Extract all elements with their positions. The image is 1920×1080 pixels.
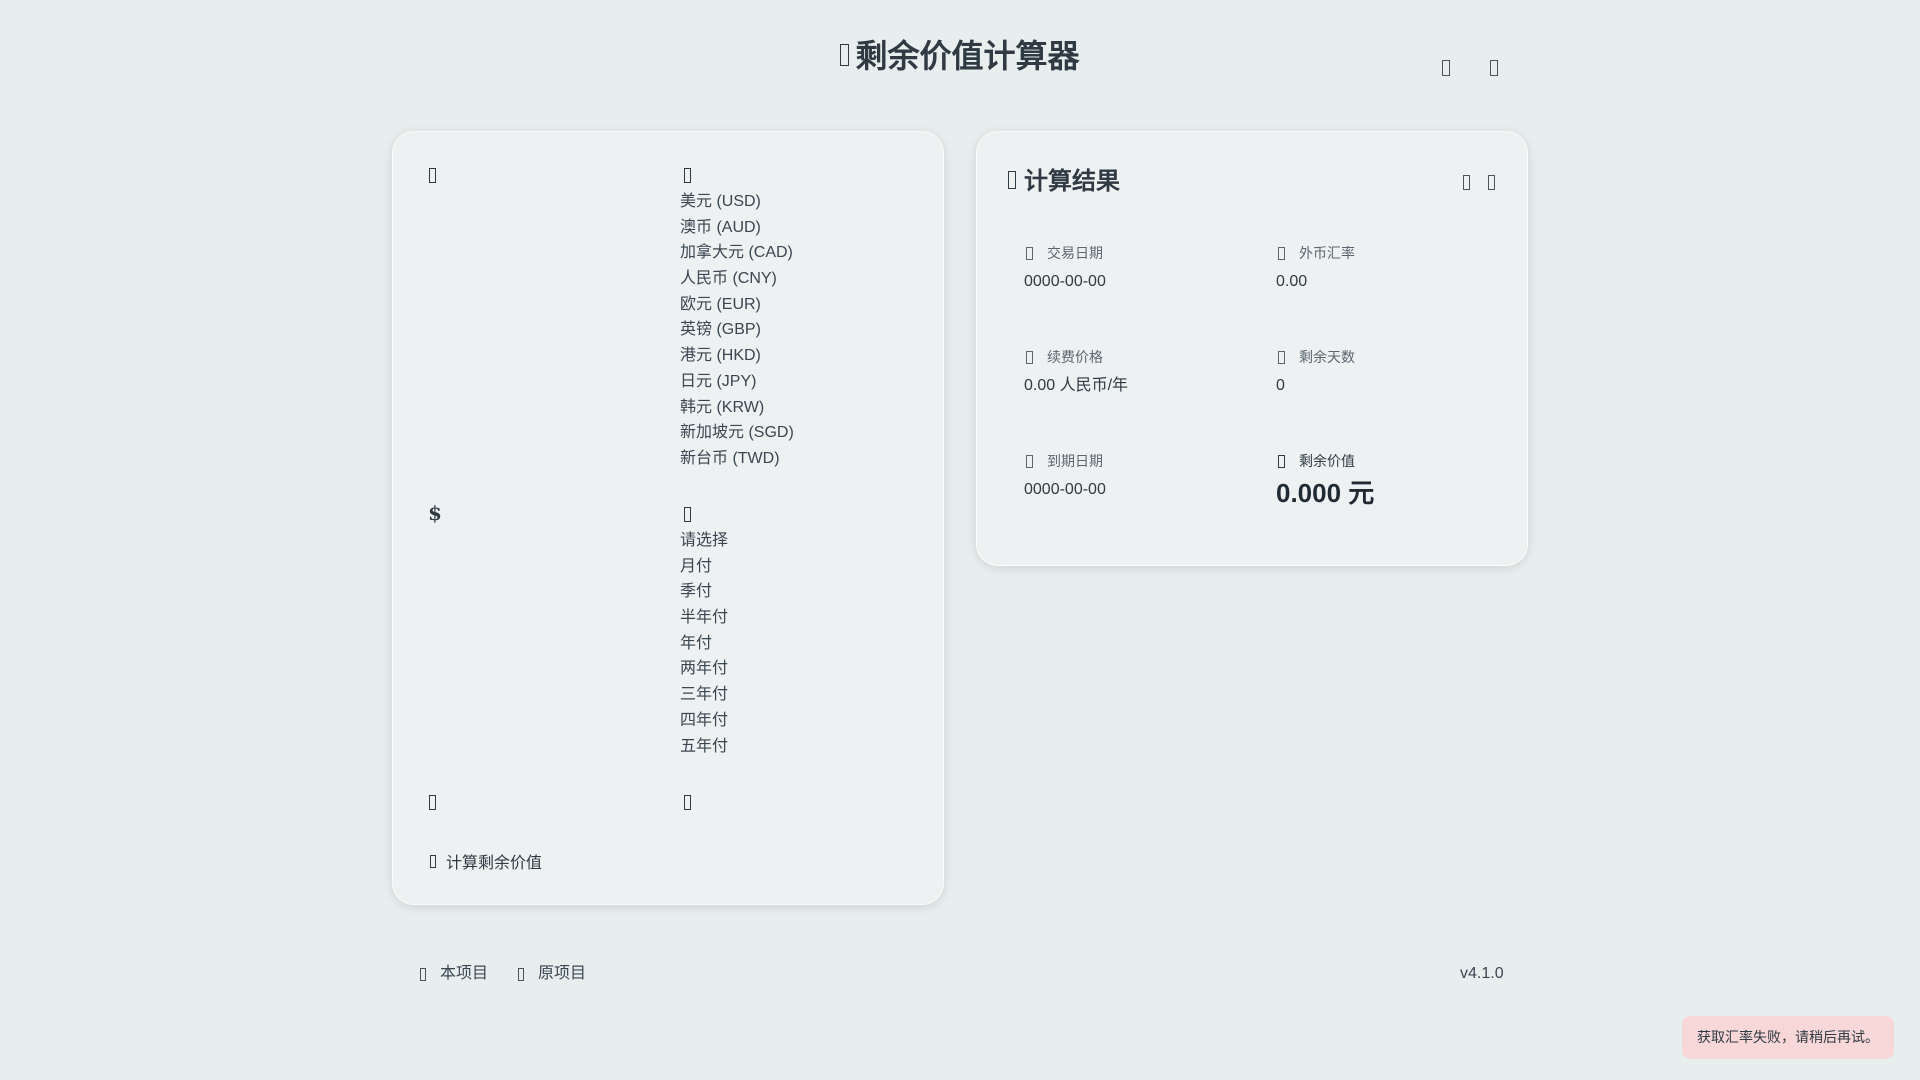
calendar-check-icon	[684, 795, 691, 810]
billing-cycle-option[interactable]: 三年付	[680, 682, 728, 708]
billing-cycle-option[interactable]: 四年付	[680, 708, 728, 734]
calculate-button[interactable]: 计算剩余价值	[430, 848, 542, 874]
stat-value: 0.00	[1276, 273, 1308, 290]
exchange-icon	[1278, 246, 1285, 260]
transaction-date-field-icon[interactable]	[684, 792, 700, 814]
github-button[interactable]	[1486, 56, 1502, 80]
hourglass-icon	[1278, 350, 1285, 364]
result-title: 计算结果	[1008, 165, 1120, 197]
chevron-icon	[684, 168, 691, 183]
billing-cycle-option[interactable]: 两年付	[680, 656, 728, 682]
copy-icon	[1462, 174, 1470, 190]
currency-option[interactable]: 欧元 (EUR)	[680, 292, 794, 318]
tag-icon	[1026, 350, 1033, 364]
stat-label: 外币汇率	[1299, 245, 1355, 261]
footer-link-this-project[interactable]: 本项目	[420, 962, 488, 986]
stat-value: 0	[1276, 377, 1285, 394]
billing-cycle-option[interactable]: 五年付	[680, 734, 728, 760]
currency-options[interactable]: 美元 (USD) 澳币 (AUD) 加拿大元 (CAD) 人民币 (CNY) 欧…	[680, 189, 794, 472]
code-icon	[518, 967, 524, 981]
stat-label: 交易日期	[1047, 245, 1103, 261]
version-label: v4.1.0	[1460, 965, 1504, 982]
billing-cycle-options[interactable]: 请选择 月付 季付 半年付 年付 两年付 三年付 四年付 五年付	[680, 528, 728, 759]
stat-value: 0000-00-00	[1024, 481, 1106, 498]
copy-button[interactable]	[1459, 171, 1473, 193]
input-card: 美元 (USD) 澳币 (AUD) 加拿大元 (CAD) 人民币 (CNY) 欧…	[392, 131, 944, 905]
billing-cycle-option[interactable]: 年付	[680, 631, 728, 657]
stat-value: 0.00 人民币/年	[1024, 377, 1129, 394]
page-title: 剩余价值计算器	[0, 36, 1920, 76]
stat-remaining-days: 剩余天数 0	[1276, 347, 1506, 396]
github-icon	[1490, 60, 1498, 77]
theme-toggle-icon	[1442, 60, 1450, 77]
result-title-text: 计算结果	[1024, 167, 1120, 195]
wallet-icon	[1278, 454, 1285, 468]
billing-cycle-option[interactable]: 季付	[680, 579, 728, 605]
stat-remaining-value: 剩余价值 0.000 元	[1276, 451, 1506, 508]
stat-expiry-date: 到期日期 0000-00-00	[1024, 451, 1254, 500]
calculator-icon	[430, 854, 436, 868]
stat-label: 到期日期	[1047, 453, 1103, 469]
dollar-icon: $	[428, 501, 442, 525]
currency-option[interactable]: 加拿大元 (CAD)	[680, 240, 794, 266]
currency-select-icon	[684, 165, 700, 187]
currency-option[interactable]: 韩元 (KRW)	[680, 395, 794, 421]
currency-option[interactable]: 港元 (HKD)	[680, 343, 794, 369]
stat-label: 剩余天数	[1299, 349, 1355, 365]
currency-option[interactable]: 新台币 (TWD)	[680, 446, 794, 472]
footer-link-original-project[interactable]: 原项目	[518, 962, 586, 986]
result-card: 计算结果 交易日期 0000-00-00 外币汇率 0.00 续费价格 0.00…	[976, 131, 1528, 566]
stat-exchange-rate: 外币汇率 0.00	[1276, 243, 1506, 292]
share-icon	[1487, 174, 1495, 190]
currency-option[interactable]: 新加坡元 (SGD)	[680, 420, 794, 446]
calculate-button-label: 计算剩余价值	[446, 855, 543, 872]
cycle-select-icon	[684, 504, 700, 526]
stat-value: 0000-00-00	[1024, 273, 1106, 290]
stat-renewal-price: 续费价格 0.00 人民币/年	[1024, 347, 1254, 396]
currency-option[interactable]: 人民币 (CNY)	[680, 266, 794, 292]
currency-option[interactable]: 美元 (USD)	[680, 189, 794, 215]
share-button[interactable]	[1484, 171, 1498, 193]
coin-icon	[429, 168, 436, 183]
calendar-icon	[429, 795, 436, 810]
expiry-date-field-icon[interactable]	[429, 792, 445, 814]
calendar-x-icon	[1026, 454, 1033, 468]
chevron-icon	[684, 507, 691, 522]
billing-cycle-option[interactable]: 半年付	[680, 605, 728, 631]
footer-link-label: 原项目	[538, 965, 587, 982]
currency-option[interactable]: 英镑 (GBP)	[680, 317, 794, 343]
calculator-icon	[840, 44, 850, 66]
billing-cycle-option[interactable]: 请选择	[680, 528, 728, 554]
billing-cycle-option[interactable]: 月付	[680, 554, 728, 580]
currency-option[interactable]: 澳币 (AUD)	[680, 215, 794, 241]
currency-option[interactable]: 日元 (JPY)	[680, 369, 794, 395]
page-title-text: 剩余价值计算器	[855, 37, 1080, 75]
stat-label: 剩余价值	[1299, 453, 1355, 469]
stat-label: 续费价格	[1047, 349, 1103, 365]
stat-transaction-date: 交易日期 0000-00-00	[1024, 243, 1254, 292]
error-toast: 获取汇率失败，请稍后再试。	[1682, 1016, 1894, 1059]
footer-link-label: 本项目	[440, 965, 489, 982]
theme-toggle-button[interactable]	[1438, 56, 1454, 80]
github-icon	[420, 967, 426, 981]
calendar-icon	[1026, 246, 1033, 260]
currency-field-icon	[429, 165, 445, 187]
remaining-value: 0.000 元	[1276, 478, 1375, 508]
chart-icon	[1008, 171, 1016, 189]
